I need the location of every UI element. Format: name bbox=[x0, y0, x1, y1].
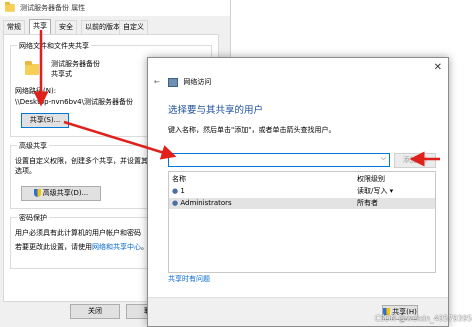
close-button[interactable]: 关闭 bbox=[70, 304, 120, 319]
table-row[interactable]: ● Administrators 所有者 bbox=[169, 198, 435, 209]
tab-security[interactable]: 安全 bbox=[55, 20, 77, 34]
network-icon bbox=[168, 77, 179, 87]
share-group-title: 网络文件和文件夹共享 bbox=[17, 41, 91, 51]
password-protection-desc: 用户必须具有此计算机的用户帐户和密码 bbox=[15, 229, 141, 237]
user-name-input[interactable]: ⌵ bbox=[168, 153, 390, 167]
properties-title: 测试服务器备份 属性 bbox=[20, 4, 86, 12]
column-name: 名称 bbox=[172, 175, 186, 183]
properties-titlebar: 测试服务器备份 属性 bbox=[0, 0, 230, 16]
folder-icon bbox=[5, 1, 15, 12]
network-access-title: 网络访问 bbox=[183, 78, 212, 86]
back-arrow-icon[interactable]: ← bbox=[154, 78, 160, 86]
advanced-share-button[interactable]: 高级共享(D)... bbox=[21, 186, 101, 201]
advanced-share-title: 高级共享 bbox=[17, 141, 49, 151]
network-access-dialog: ✕ ← 网络访问 选择要与其共享的用户 键入名称，然后单击"添加"，或者单击箭头… bbox=[147, 57, 449, 327]
user-name: Administrators bbox=[180, 199, 232, 207]
network-path-value: \\Desktop-nvn6bv4\测试服务器备份 bbox=[15, 98, 133, 106]
advanced-share-desc-2: 选项。 bbox=[15, 167, 36, 175]
folder-icon bbox=[25, 61, 39, 75]
permission-level: 所有者 bbox=[357, 199, 378, 207]
close-icon[interactable]: ✕ bbox=[434, 62, 442, 73]
network-access-header: ← 网络访问 bbox=[154, 77, 211, 87]
table-row[interactable]: ● 1 读取/写入 ▾ bbox=[169, 186, 435, 197]
group-icon: ● bbox=[172, 199, 179, 207]
column-permission: 权限级别 bbox=[357, 175, 385, 183]
choose-people-title: 选择要与其共享的用户 bbox=[168, 105, 264, 116]
chevron-down-icon[interactable]: ⌵ bbox=[381, 154, 386, 163]
user-icon: ● bbox=[172, 187, 179, 195]
password-protection-title: 密码保护 bbox=[17, 213, 49, 223]
tab-general[interactable]: 常规 bbox=[3, 20, 25, 34]
advanced-share-button-label: 高级共享(D)... bbox=[42, 189, 89, 197]
network-path-label: 网络路径(N): bbox=[15, 87, 57, 95]
permissions-table: 名称 权限级别 ● 1 读取/写入 ▾ ● Administrators 所有者 bbox=[168, 171, 436, 273]
tab-customize[interactable]: 自定义 bbox=[119, 20, 148, 34]
sharing-help-link[interactable]: 共享时有问题 bbox=[168, 274, 210, 284]
instruction-text: 键入名称，然后单击"添加"，或者单击箭头查找用户。 bbox=[168, 126, 336, 134]
share-button[interactable]: 共享(S)... bbox=[21, 113, 69, 128]
user-name: 1 bbox=[180, 187, 185, 195]
shield-icon bbox=[33, 189, 41, 197]
tab-sharing[interactable]: 共享 bbox=[29, 19, 51, 34]
tab-previous-versions[interactable]: 以前的版本 bbox=[81, 20, 124, 34]
network-sharing-center-link[interactable]: 网络和共享中心 bbox=[92, 243, 141, 251]
password-change-text: 若要更改此设置，请使用网络和共享中心。 bbox=[15, 243, 148, 251]
table-header: 名称 权限级别 bbox=[169, 174, 435, 185]
watermark: CSDN @weixin_40579395 bbox=[374, 314, 472, 323]
permission-level-dropdown[interactable]: 读取/写入 ▾ bbox=[357, 186, 393, 197]
folder-name: 测试服务器备份 bbox=[51, 60, 100, 68]
share-state: 共享式 bbox=[51, 70, 72, 78]
add-button[interactable]: 添加(A) bbox=[394, 153, 436, 168]
